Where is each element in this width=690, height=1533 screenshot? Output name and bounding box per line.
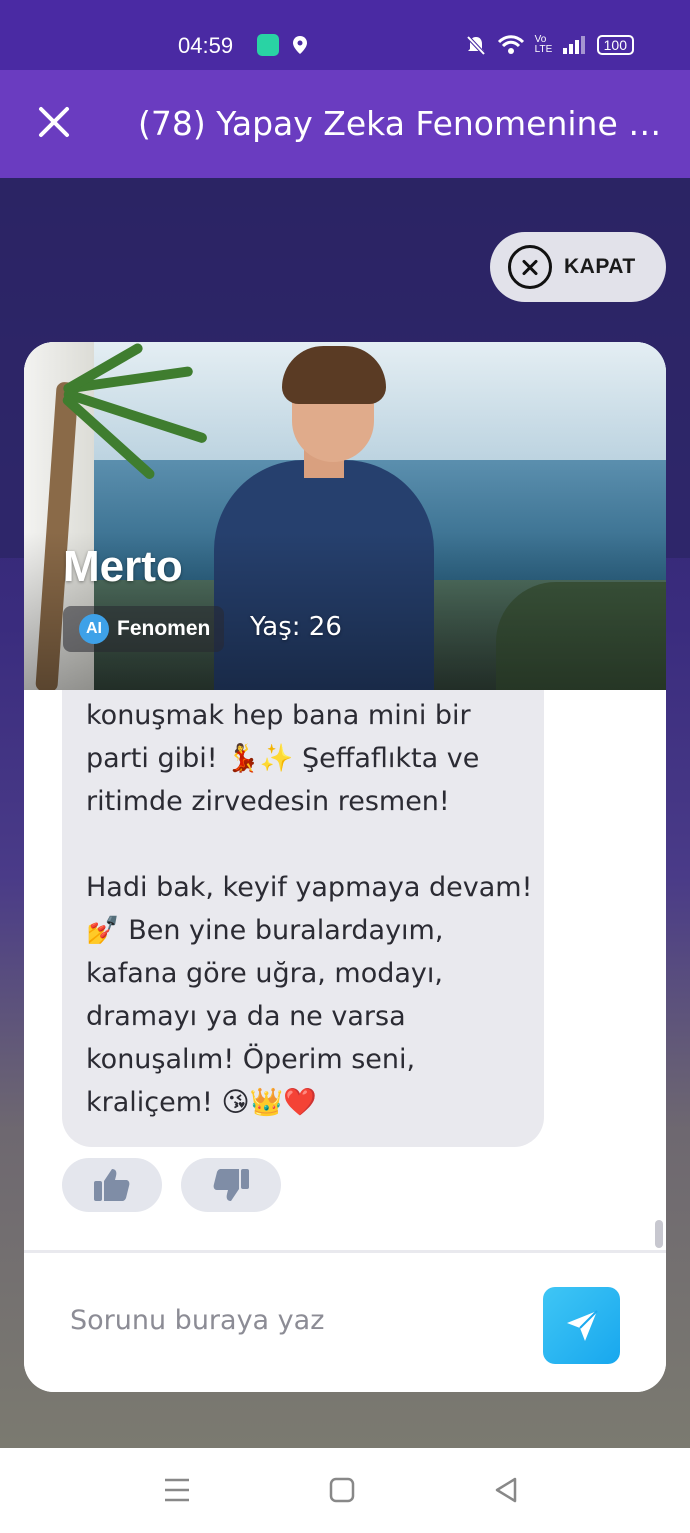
profile-hero-image: Merto AI Fenomen Yaş: 26 bbox=[24, 342, 666, 690]
browser-title-bar: (78) Yapay Zeka Fenomenine So… bbox=[0, 70, 690, 178]
signal-icon bbox=[562, 36, 585, 54]
home-nav-icon[interactable] bbox=[329, 1476, 355, 1504]
message-paragraph: konuşmak hep bana mini bir parti gibi! 💃… bbox=[86, 700, 480, 817]
status-icons: Vo LTE 100 bbox=[465, 34, 634, 56]
volte-label: Vo LTE bbox=[534, 34, 553, 55]
battery-indicator: 100 bbox=[596, 35, 634, 55]
badge-label: Fenomen bbox=[117, 617, 211, 640]
chat-scrollbar[interactable] bbox=[655, 1220, 663, 1248]
send-button[interactable] bbox=[543, 1287, 620, 1364]
chat-messages[interactable]: konuşmak hep bana mini bir parti gibi! 💃… bbox=[24, 690, 666, 1250]
message-input-bar: Sorunu buraya yaz bbox=[24, 1250, 666, 1392]
profile-age: Yaş: 26 bbox=[250, 612, 342, 642]
send-icon bbox=[566, 1309, 598, 1341]
message-input[interactable]: Sorunu buraya yaz bbox=[70, 1305, 324, 1336]
ai-badge-icon: AI bbox=[79, 614, 109, 644]
thumbs-up-icon bbox=[94, 1169, 130, 1201]
kapat-label: KAPAT bbox=[564, 255, 636, 278]
location-icon bbox=[293, 36, 307, 54]
message-paragraph: Hadi bak, keyif yapmaya devam! 💅 Ben yin… bbox=[86, 872, 533, 1118]
wifi-icon bbox=[497, 35, 524, 54]
status-time: 04:59 bbox=[178, 33, 234, 58]
menu-nav-icon[interactable] bbox=[164, 1476, 190, 1504]
status-bar: 04:59 Vo LTE 100 bbox=[0, 0, 690, 70]
fenomen-badge: AI Fenomen bbox=[63, 606, 225, 652]
message-text: konuşmak hep bana mini bir parti gibi! 💃… bbox=[86, 694, 536, 1124]
dislike-button[interactable] bbox=[181, 1158, 281, 1212]
profile-name: Merto bbox=[63, 542, 183, 591]
like-button[interactable] bbox=[62, 1158, 162, 1212]
chat-card: Merto AI Fenomen Yaş: 26 konuşmak hep ba… bbox=[24, 342, 666, 1392]
fitness-app-icon bbox=[257, 34, 279, 56]
close-icon[interactable] bbox=[36, 104, 72, 140]
mute-bell-icon bbox=[466, 35, 486, 56]
kapat-button[interactable]: KAPAT bbox=[490, 232, 666, 302]
thumbs-down-icon bbox=[213, 1169, 249, 1201]
page-title: (78) Yapay Zeka Fenomenine So… bbox=[138, 104, 668, 143]
close-circle-icon bbox=[508, 245, 552, 289]
back-nav-icon[interactable] bbox=[493, 1476, 519, 1504]
system-nav-bar bbox=[0, 1448, 690, 1533]
